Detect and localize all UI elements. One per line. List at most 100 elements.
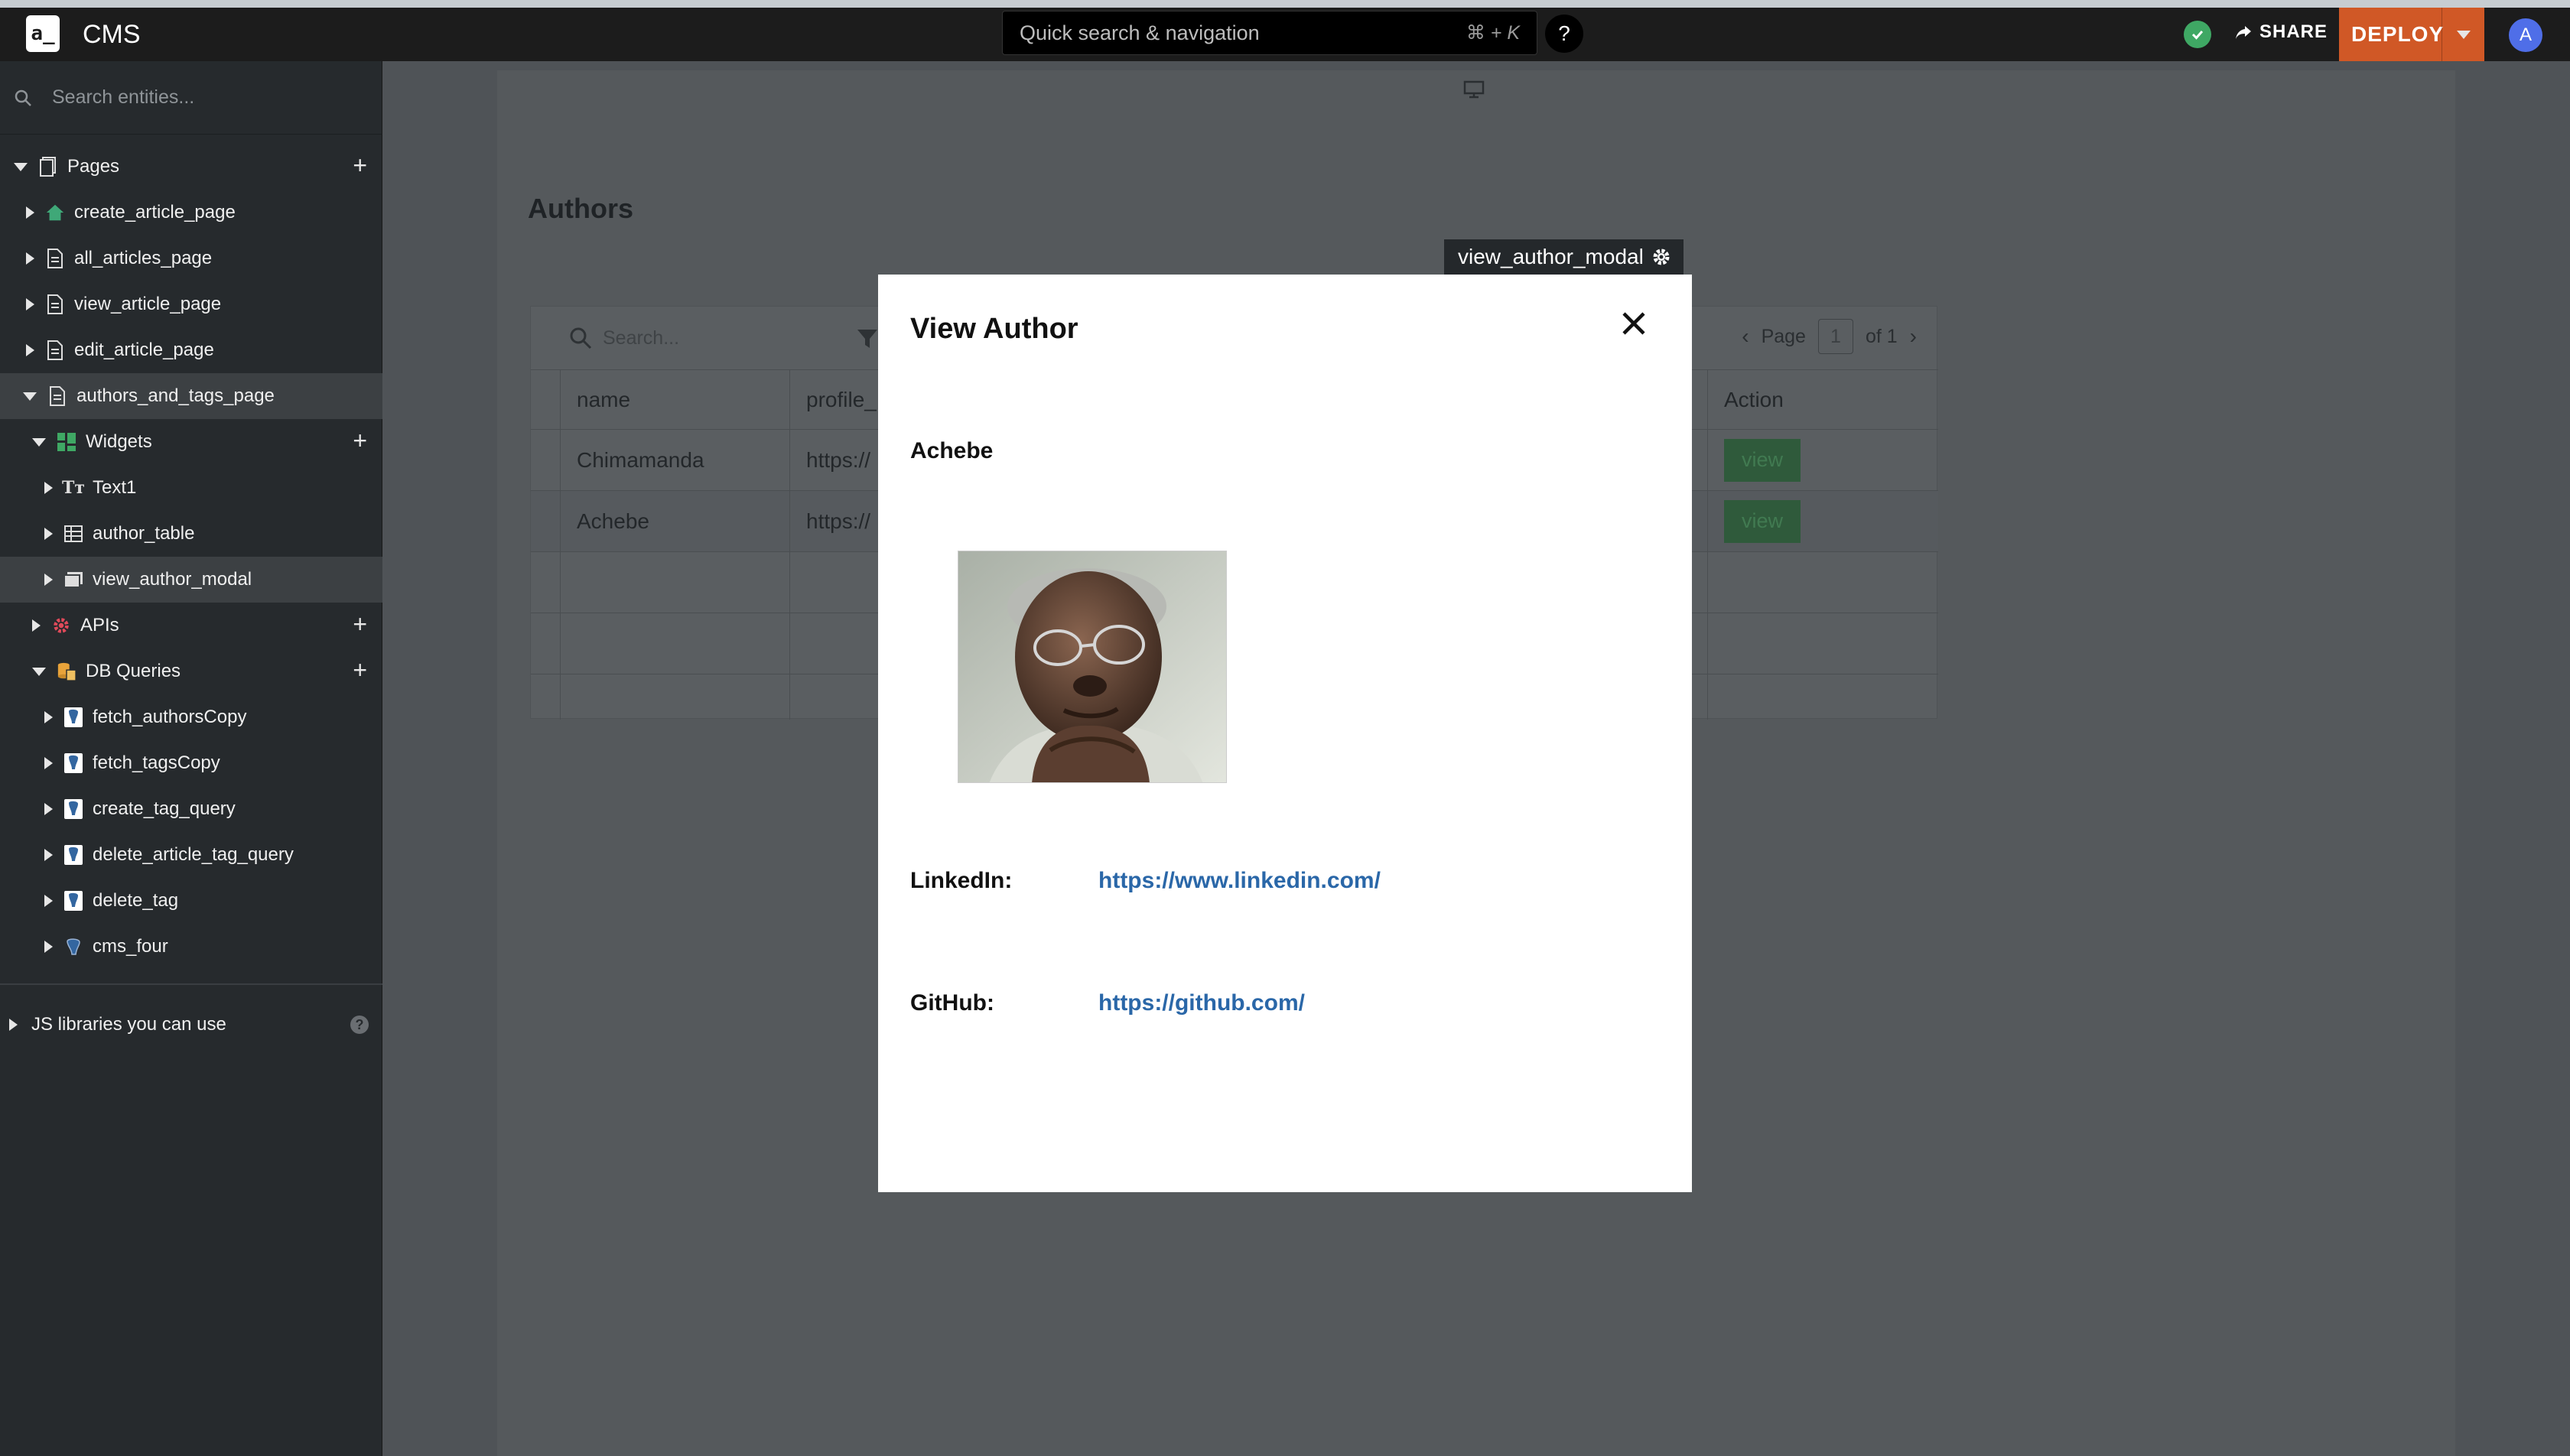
widgets-section[interactable]: Widgets + <box>0 419 382 465</box>
query-item-delete-tag[interactable]: delete_tag <box>0 878 382 924</box>
db-queries-label: DB Queries <box>86 661 181 681</box>
query-item-delete-article-tag[interactable]: delete_article_tag_query <box>0 832 382 878</box>
deploy-button-group: DEPLOY <box>2339 8 2484 61</box>
cell-profile: https:// <box>806 447 871 472</box>
appsmith-logo[interactable]: a_ <box>26 15 60 52</box>
page-label: edit_article_page <box>74 340 214 360</box>
widget-label: author_table <box>93 523 195 544</box>
prev-page-button[interactable]: ‹ <box>1742 324 1749 349</box>
table-search-input[interactable]: Search... <box>569 327 679 349</box>
chevron-right-icon <box>44 482 53 494</box>
close-button[interactable] <box>1617 307 1651 340</box>
linkedin-link[interactable]: https://www.linkedin.com/ <box>1098 868 1381 894</box>
page-item-all-articles[interactable]: all_articles_page <box>0 236 382 281</box>
page-icon <box>47 385 67 407</box>
table-search-placeholder: Search... <box>603 327 680 349</box>
page-label: authors_and_tags_page <box>76 385 275 406</box>
deploy-button[interactable]: DEPLOY <box>2339 22 2443 47</box>
gear-icon[interactable] <box>1651 247 1671 267</box>
search-icon <box>15 89 31 106</box>
db-queries-section[interactable]: DB Queries + <box>0 648 382 694</box>
page-label: create_article_page <box>74 202 236 223</box>
column-header-name[interactable]: name <box>577 370 630 429</box>
modal-name-label: view_author_modal <box>1458 245 1644 268</box>
chevron-down-icon <box>32 667 46 676</box>
filter-icon[interactable] <box>856 328 879 353</box>
chevron-right-icon <box>44 574 53 586</box>
widget-item-view-author-modal[interactable]: view_author_modal <box>0 557 382 603</box>
table-widget-icon <box>63 523 83 544</box>
query-label: create_tag_query <box>93 798 236 819</box>
js-libraries-help-icon[interactable]: ? <box>350 1016 369 1034</box>
view-button[interactable]: view <box>1724 438 1801 482</box>
page-item-authors-and-tags[interactable]: authors_and_tags_page <box>0 373 382 419</box>
query-item-create-tag[interactable]: create_tag_query <box>0 786 382 832</box>
modal-widget-icon <box>63 569 83 590</box>
chevron-right-icon <box>26 252 34 265</box>
pages-icon <box>38 156 58 177</box>
entity-search[interactable]: Search entities... <box>0 61 382 135</box>
query-item-fetch-authors-copy[interactable]: fetch_authorsCopy <box>0 694 382 740</box>
chevron-right-icon <box>44 941 53 953</box>
help-button[interactable]: ? <box>1545 15 1583 53</box>
query-label: fetch_authorsCopy <box>93 707 247 727</box>
api-gear-icon <box>51 615 71 636</box>
app-name[interactable]: CMS <box>83 20 141 50</box>
query-label: delete_article_tag_query <box>93 844 294 865</box>
chevron-right-icon <box>32 619 41 632</box>
cell-profile: https:// <box>806 509 871 533</box>
chevron-right-icon <box>26 206 34 219</box>
js-libraries-label: JS libraries you can use <box>31 1014 226 1035</box>
app-header: a_ CMS Quick search & navigation ⌘ + K ?… <box>0 8 2570 61</box>
widget-item-text1[interactable]: Tт Text1 <box>0 465 382 511</box>
datasource-label: cms_four <box>93 936 168 957</box>
desktop-preview-icon[interactable] <box>1463 80 1485 102</box>
js-libraries-section[interactable]: JS libraries you can use ? <box>0 1002 382 1048</box>
query-item-fetch-tags-copy[interactable]: fetch_tagsCopy <box>0 740 382 786</box>
widget-label: Text1 <box>93 477 137 498</box>
search-icon <box>570 327 592 349</box>
text-widget-icon: Tт <box>62 478 86 498</box>
chevron-right-icon <box>44 757 53 769</box>
github-link[interactable]: https://github.com/ <box>1098 990 1305 1016</box>
page-icon <box>45 248 65 269</box>
user-avatar[interactable]: A <box>2509 18 2542 52</box>
next-page-button[interactable]: › <box>1910 324 1917 349</box>
datasource-item-cms-four[interactable]: cms_four <box>0 924 382 970</box>
add-widget-icon[interactable]: + <box>353 428 367 453</box>
view-button[interactable]: view <box>1724 499 1801 543</box>
column-header-profile[interactable]: profile_ <box>806 370 877 429</box>
apis-section[interactable]: APIs + <box>0 603 382 648</box>
modal-name-tag[interactable]: view_author_modal <box>1444 239 1684 275</box>
add-page-icon[interactable]: + <box>353 153 367 177</box>
quick-search-bar[interactable]: Quick search & navigation ⌘ + K <box>1002 11 1537 55</box>
add-api-icon[interactable]: + <box>353 612 367 636</box>
postgres-icon <box>63 798 83 820</box>
postgres-icon <box>63 707 83 728</box>
widgets-icon <box>57 431 76 453</box>
chevron-right-icon <box>44 711 53 723</box>
chevron-down-icon <box>2456 30 2471 39</box>
page-number-input[interactable]: 1 <box>1817 319 1853 354</box>
chevron-down-icon <box>23 392 37 401</box>
query-label: fetch_tagsCopy <box>93 752 220 773</box>
share-button[interactable]: SHARE <box>2235 21 2328 43</box>
deploy-options-button[interactable] <box>2442 8 2484 61</box>
page-item-edit-article[interactable]: edit_article_page <box>0 327 382 373</box>
widget-item-author-table[interactable]: author_table <box>0 511 382 557</box>
column-header-action[interactable]: Action <box>1724 370 1784 429</box>
chevron-right-icon <box>26 344 34 356</box>
page-item-create-article[interactable]: create_article_page <box>0 190 382 236</box>
chevron-right-icon <box>44 803 53 815</box>
window-top-strip <box>0 0 2570 8</box>
page-label: view_article_page <box>74 294 222 314</box>
pages-section[interactable]: Pages + <box>0 144 382 190</box>
linkedin-label: LinkedIn: <box>910 868 1013 893</box>
page-icon <box>45 294 65 315</box>
page-item-view-article[interactable]: view_article_page <box>0 281 382 327</box>
postgres-icon <box>63 752 83 774</box>
cell-name: Chimamanda <box>577 447 704 472</box>
postgres-icon <box>63 844 83 866</box>
add-query-icon[interactable]: + <box>353 658 367 682</box>
share-label: SHARE <box>2259 21 2328 42</box>
